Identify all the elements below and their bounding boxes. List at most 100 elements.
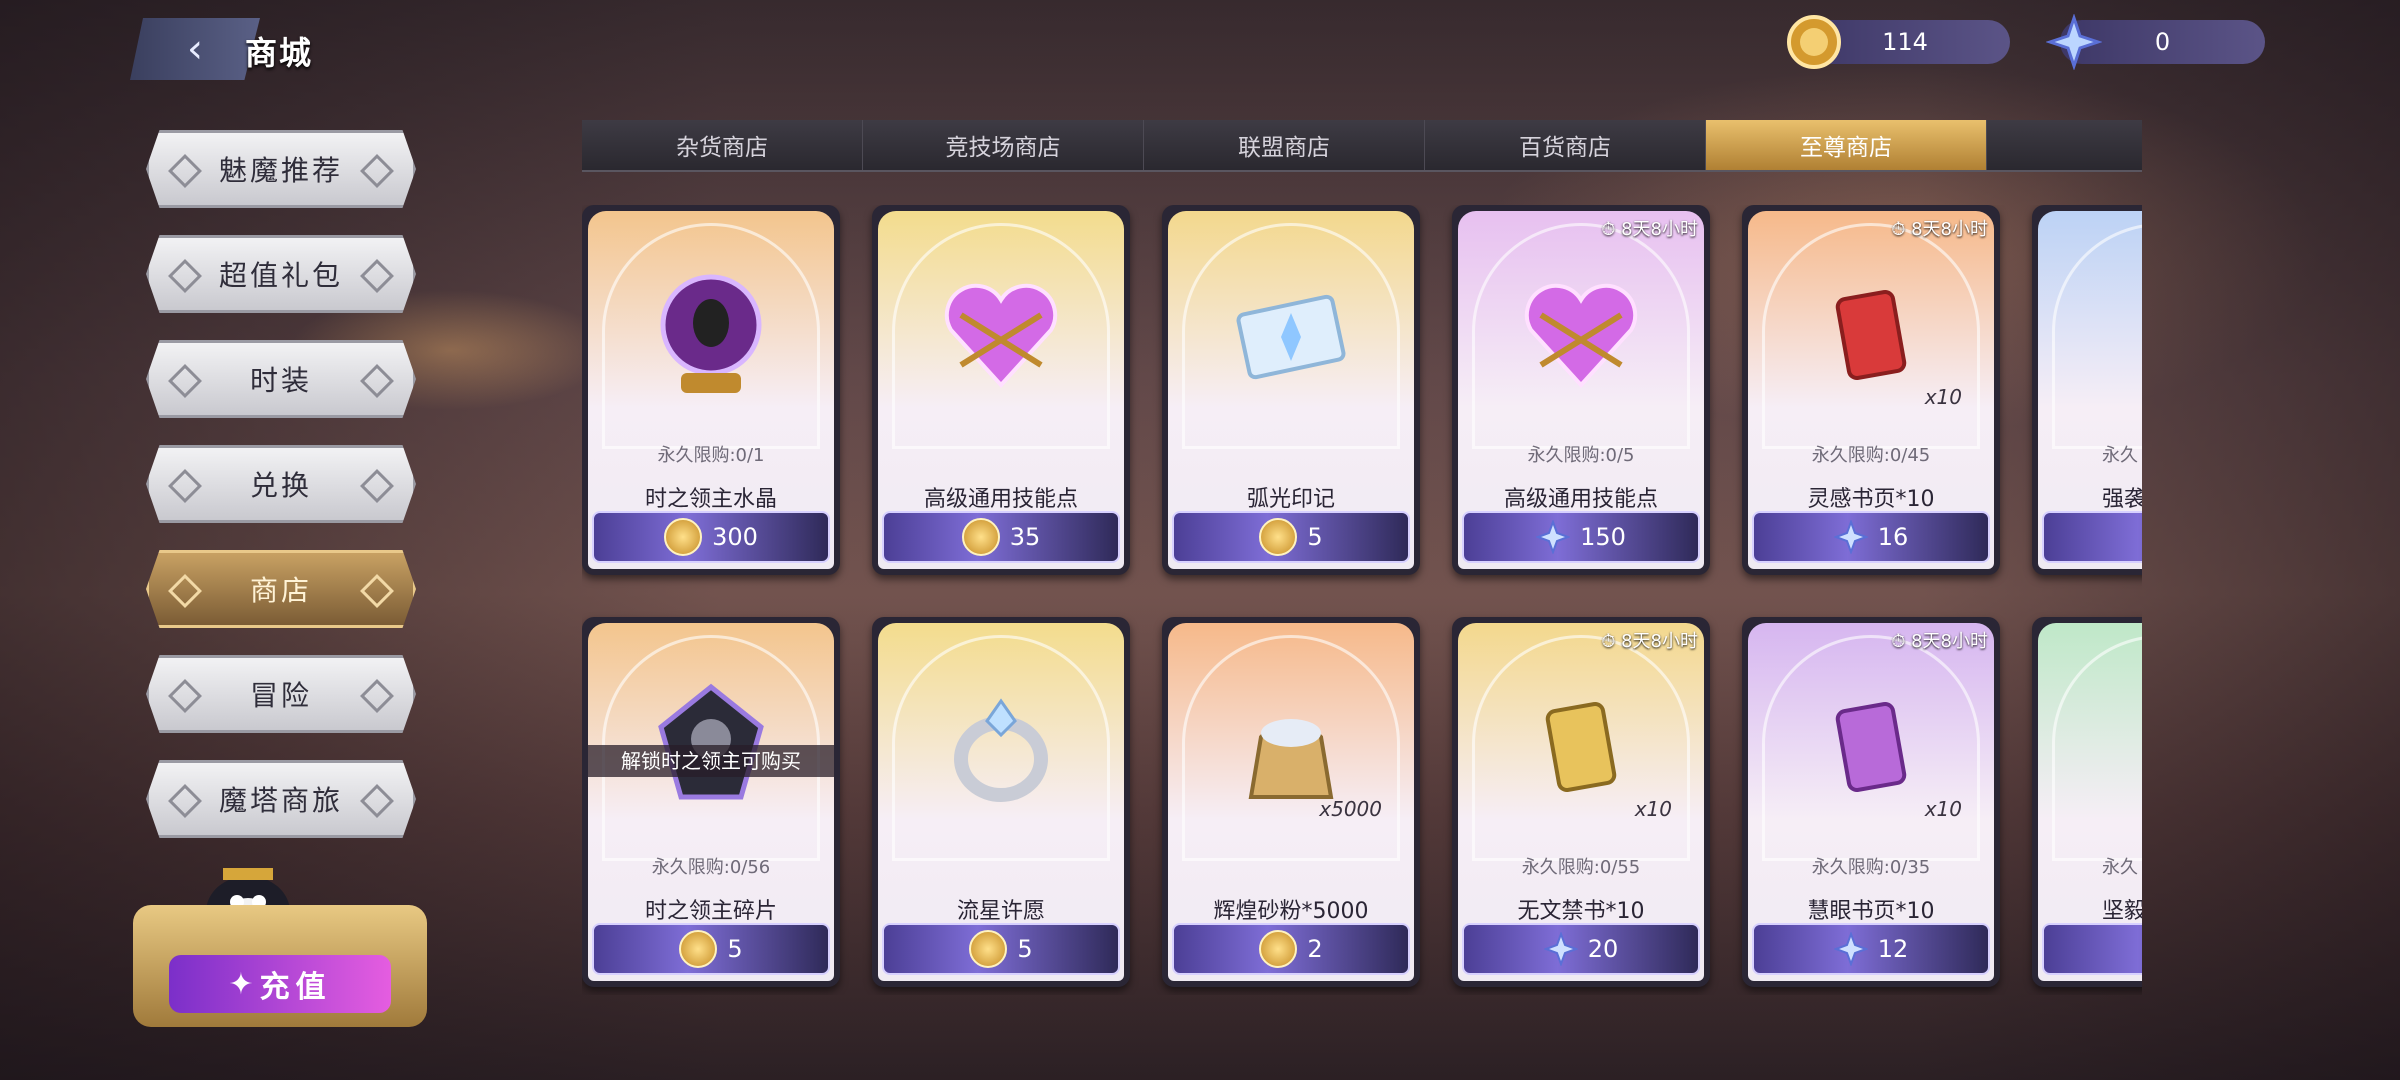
purchase-limit: 永久限购:0/45 — [1811, 445, 1931, 466]
shop-card[interactable]: ⏱ 8天8小时 x10 永久限购:0/45 灵感书页*10 16 — [1742, 205, 2000, 575]
sidebar-item-exchange[interactable]: 兑换 — [146, 445, 416, 523]
sidebar-item-shop[interactable]: 商店 — [146, 550, 416, 628]
sparkle-icon: ✦ — [228, 966, 260, 1002]
item-quantity: x10 — [1634, 797, 1672, 821]
red-scroll-icon — [1835, 290, 1907, 380]
shop-card[interactable]: 永久限购:0/1 时之领主水晶 300 — [582, 205, 840, 575]
star-crystal-icon — [1543, 932, 1578, 966]
ring-icon — [954, 698, 1048, 802]
tab-supreme[interactable]: 至尊商店 — [1706, 120, 1987, 170]
recharge-panel: ✦ 充值 — [133, 850, 427, 1030]
gold-coin-icon — [664, 518, 703, 556]
price-button[interactable]: 300 — [592, 511, 830, 563]
shop-card[interactable]: ⏱ 8天8小时 x10 永久限购:0/35 慧眼书页*10 12 — [1742, 617, 2000, 987]
purchase-limit: 永久限购:0/56 — [651, 857, 771, 878]
purchase-limit: 永久限购:0/55 — [1521, 857, 1641, 878]
shop-card[interactable]: 流星许愿 5 — [872, 617, 1130, 987]
item-name: 高级通用技能点 — [1503, 487, 1658, 512]
price-button[interactable]: 16 — [1752, 511, 1990, 563]
heart-chain-icon — [944, 283, 1058, 388]
item-name: 强袭 — [2102, 487, 2142, 512]
sidebar-item-adventure[interactable]: 冒险 — [146, 655, 416, 733]
timer: ⏱ 8天8小时 — [1891, 631, 1988, 652]
gold-coin-icon — [1787, 15, 1841, 69]
shop-card[interactable]: x5000 辉煌砂粉*5000 2 — [1162, 617, 1420, 987]
recharge-button[interactable]: ✦ 充值 — [169, 955, 391, 1013]
arc-seal-card-icon — [1236, 294, 1346, 380]
back-arrow-icon: ‹ — [187, 26, 203, 72]
back-button[interactable]: ‹ — [130, 18, 260, 80]
star-currency[interactable]: 0 — [2046, 14, 2265, 70]
shop-card[interactable]: 永久 强袭 — [2032, 205, 2142, 575]
page-title: 商城 — [245, 34, 314, 72]
price-button[interactable]: 5 — [592, 923, 830, 975]
clock-icon: ⏱ — [1891, 219, 1906, 240]
tab-alliance[interactable]: 联盟商店 — [1144, 120, 1425, 170]
item-name: 时之领主碎片 — [644, 899, 777, 924]
price-button[interactable]: 12 — [1752, 923, 1990, 975]
gold-coin-icon — [1259, 518, 1298, 556]
purchase-limit: 永久限购:0/35 — [1811, 857, 1931, 878]
gold-currency[interactable]: 114 — [1787, 15, 2010, 69]
purple-scroll-icon — [1835, 702, 1907, 792]
price-button[interactable]: 35 — [882, 511, 1120, 563]
purchase-limit: 永久 — [2102, 857, 2138, 878]
star-crystal-icon — [1536, 520, 1571, 554]
item-name: 无文禁书*10 — [1517, 899, 1645, 924]
purchase-limit: 永久 — [2102, 445, 2138, 466]
item-grid: 永久限购:0/1 时之领主水晶 300 高级通用技能点 35 弧光印记 5 ⏱ … — [582, 205, 2142, 995]
price-button[interactable]: 5 — [882, 923, 1120, 975]
tab-grocery[interactable]: 杂货商店 — [582, 120, 863, 170]
price-button[interactable]: 20 — [1462, 923, 1700, 975]
sidebar-item-gift-pack[interactable]: 超值礼包 — [146, 235, 416, 313]
price-button[interactable] — [2042, 511, 2142, 563]
clock-icon: ⏱ — [1601, 219, 1616, 240]
sidebar-item-costume[interactable]: 时装 — [146, 340, 416, 418]
price-button[interactable]: 150 — [1462, 511, 1700, 563]
shop-card[interactable]: ⏱ 8天8小时 永久限购:0/5 高级通用技能点 150 — [1452, 205, 1710, 575]
shop-card[interactable]: 弧光印记 5 — [1162, 205, 1420, 575]
gold-coin-icon — [969, 930, 1008, 968]
crystal-ball-icon — [660, 274, 762, 393]
timer: ⏱ 8天8小时 — [1601, 219, 1698, 240]
item-name: 高级通用技能点 — [923, 487, 1078, 512]
shop-card[interactable]: 解锁时之领主可购买 永久限购:0/56 时之领主碎片 5 — [582, 617, 840, 987]
item-name: 弧光印记 — [1246, 487, 1335, 512]
price-button[interactable]: 2 — [1172, 923, 1410, 975]
item-name: 辉煌砂粉*5000 — [1213, 899, 1369, 924]
star-crystal-icon — [1833, 932, 1868, 966]
price-button[interactable]: 5 — [1172, 511, 1410, 563]
item-quantity: x5000 — [1319, 797, 1382, 821]
star-crystal-icon — [2046, 14, 2102, 70]
item-name: 流星许愿 — [956, 899, 1045, 924]
tab-arena[interactable]: 竞技场商店 — [863, 120, 1144, 170]
shop-card[interactable]: 永久 坚毅 — [2032, 617, 2142, 987]
price-button[interactable] — [2042, 923, 2142, 975]
heart-chain-icon — [1524, 283, 1638, 388]
gold-coin-icon — [961, 518, 1000, 556]
item-name: 慧眼书页*10 — [1807, 899, 1935, 924]
item-quantity: x10 — [1924, 385, 1962, 409]
gold-scroll-icon — [1545, 702, 1617, 792]
item-name: 灵感书页*10 — [1807, 487, 1935, 512]
star-amount: 0 — [2154, 28, 2171, 56]
unlock-banner: 解锁时之领主可购买 — [588, 745, 834, 777]
purchase-limit: 永久限购:0/5 — [1527, 445, 1635, 466]
sidebar-item-tower-merchant[interactable]: 魔塔商旅 — [146, 760, 416, 838]
shop-tabs: 杂货商店 竞技场商店 联盟商店 百货商店 至尊商店 — [582, 120, 2142, 172]
timer: ⏱ 8天8小时 — [1891, 219, 1988, 240]
clock-icon: ⏱ — [1891, 631, 1906, 652]
sidebar: 魅魔推荐 超值礼包 时装 兑换 商店 冒险 魔塔商旅 — [146, 130, 416, 865]
purchase-limit: 永久限购:0/1 — [657, 445, 765, 466]
dust-sack-icon — [1248, 719, 1334, 799]
shop-card[interactable]: ⏱ 8天8小时 x10 永久限购:0/55 无文禁书*10 20 — [1452, 617, 1710, 987]
clock-icon: ⏱ — [1601, 631, 1616, 652]
item-name: 时之领主水晶 — [644, 487, 777, 512]
tab-department[interactable]: 百货商店 — [1425, 120, 1706, 170]
item-quantity: x10 — [1924, 797, 1962, 821]
timer: ⏱ 8天8小时 — [1601, 631, 1698, 652]
item-name: 坚毅 — [2102, 899, 2142, 924]
gold-coin-icon — [679, 930, 718, 968]
sidebar-item-recommend[interactable]: 魅魔推荐 — [146, 130, 416, 208]
shop-card[interactable]: 高级通用技能点 35 — [872, 205, 1130, 575]
